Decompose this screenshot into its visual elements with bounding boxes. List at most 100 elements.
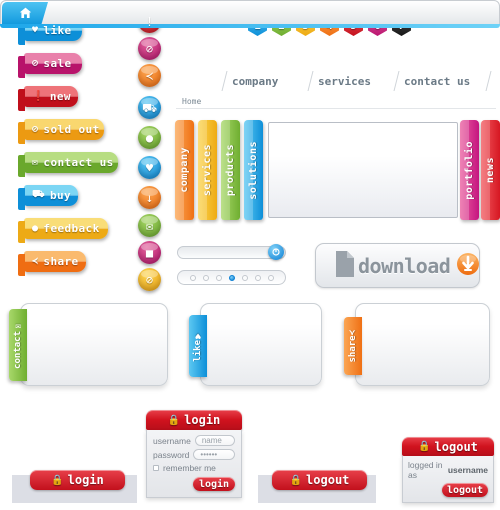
logout-panel-title: logout	[434, 439, 478, 454]
ribbon-label: sold out	[43, 123, 100, 136]
logout-panel: 🔒 logout logged in as username logout	[402, 437, 494, 503]
slider-handle[interactable]	[268, 244, 284, 260]
bottom-bar-label: login	[67, 473, 104, 487]
logged-in-username: username	[447, 465, 488, 475]
remember-me-checkbox[interactable]	[153, 465, 159, 471]
bottom-login-button[interactable]: 🔒 login	[30, 470, 125, 490]
logout-button[interactable]: logout	[442, 483, 488, 497]
nav-strip	[0, 0, 500, 25]
remember-me-row[interactable]: remember me	[153, 463, 235, 473]
pagination-dots[interactable]	[177, 270, 286, 285]
heart-icon: ♥	[32, 25, 39, 36]
pagination-dot[interactable]	[254, 274, 261, 281]
ribbon-label: like	[43, 24, 72, 37]
panel-tab-contact[interactable]: contact✉	[9, 309, 27, 381]
accordion-tab-label: portfolio	[464, 140, 475, 200]
accordion-tab-services[interactable]: services	[198, 120, 217, 220]
accordion-tab-solutions[interactable]: solutions	[244, 120, 263, 220]
envelope-icon: ✉	[13, 321, 23, 332]
badge-ribbon-contact-us[interactable]: ✉ contact us	[18, 152, 118, 177]
tag-icon[interactable]: ⊘	[138, 37, 161, 60]
accordion-tab-news[interactable]: news	[481, 120, 500, 220]
pagination-dot[interactable]	[215, 274, 222, 281]
badge-ribbon-feedback[interactable]: ● feedback	[18, 218, 108, 243]
nav-item-contact-us[interactable]: contact us	[404, 71, 470, 91]
bottom-logout-button[interactable]: 🔒 logout	[272, 470, 367, 490]
heart-icon[interactable]: ♥	[138, 156, 161, 179]
circle-icon-glyph: ●	[145, 130, 154, 145]
nav-item-company[interactable]: company	[232, 71, 278, 91]
circle-icon-glyph: ↓	[145, 190, 154, 205]
cart-icon[interactable]: ⛟	[138, 96, 161, 119]
panel-tab-content: contact✉	[13, 321, 23, 369]
breadcrumb: Home	[176, 97, 496, 109]
home-icon[interactable]	[2, 2, 48, 24]
login-form: 🔒 login username name password •••••• re…	[146, 410, 242, 498]
tag-icon: ⊘	[32, 58, 39, 69]
share-icon: ≺	[348, 329, 358, 336]
accordion-tab-products[interactable]: products	[221, 120, 240, 220]
password-row: password ••••••	[153, 449, 235, 460]
ribbon-fold	[18, 122, 25, 144]
envelope-icon[interactable]: ✉	[138, 214, 161, 237]
badge-ribbon-share[interactable]: ≺ share	[18, 251, 86, 276]
accordion-tab-portfolio[interactable]: portfolio	[460, 120, 479, 220]
login-form-title: login	[184, 413, 221, 427]
circle-icon-glyph: ⊘	[145, 272, 154, 287]
ribbon-fold	[18, 221, 25, 243]
password-input[interactable]: ••••••	[193, 449, 235, 460]
chat-icon[interactable]: ●	[138, 126, 161, 149]
gift-icon[interactable]: ■	[138, 241, 161, 264]
pagination-dot[interactable]	[189, 274, 196, 281]
panel-tab-like[interactable]: like♥	[189, 315, 207, 377]
pagination-dot[interactable]	[267, 274, 274, 281]
accordion-tab-label: products	[225, 143, 236, 197]
login-form-header: 🔒 login	[146, 410, 242, 430]
badge-ribbon-sold-out[interactable]: ⊘ sold out	[18, 119, 104, 144]
nav-separator	[307, 71, 314, 91]
lock-icon: 🔒	[167, 414, 181, 426]
logged-in-prefix: logged in as	[408, 460, 443, 480]
panel-tab-label: share	[348, 335, 358, 363]
accordion-tab-label: company	[179, 147, 190, 193]
pagination-dot-active[interactable]	[228, 274, 235, 281]
panel-tab-label: like	[193, 340, 203, 362]
prohibited-icon[interactable]: ⊘	[138, 268, 161, 291]
badge-ribbon-new[interactable]: ❗ new	[18, 86, 78, 111]
username-input[interactable]: name	[194, 435, 235, 446]
circle-icon-glyph: ⛟	[141, 100, 158, 115]
ribbon-label: new	[49, 90, 71, 103]
pagination-dot[interactable]	[202, 274, 209, 281]
badge-ribbon-buy[interactable]: ⛟ buy	[18, 185, 78, 210]
content-panel-contact	[20, 303, 168, 386]
login-submit-button[interactable]: login	[193, 477, 235, 491]
ribbon-label: buy	[49, 189, 72, 202]
nav-separator	[485, 71, 492, 91]
login-form-body: username name password •••••• remember m…	[146, 430, 242, 498]
ribbon-label: feedback	[43, 222, 100, 235]
circle-icon-glyph: ≺	[145, 68, 154, 83]
nav-underline	[0, 24, 500, 28]
download-button[interactable]: download	[315, 243, 480, 288]
content-panel-like	[200, 303, 322, 386]
share-icon[interactable]: ≺	[138, 64, 161, 87]
ribbon-fold	[18, 56, 25, 78]
accordion-tab-company[interactable]: company	[175, 120, 194, 220]
nav-item-label: services	[318, 74, 371, 88]
lock-icon: 🔒	[418, 441, 431, 452]
panel-tab-share[interactable]: share≺	[344, 317, 362, 375]
nav-item-services[interactable]: services	[318, 71, 371, 91]
badge-ribbon-sale[interactable]: ⊘ sale	[18, 53, 82, 78]
pagination-dot[interactable]	[241, 274, 248, 281]
nav-item-label: contact us	[404, 74, 471, 88]
accordion-tab-label: news	[485, 156, 496, 184]
ribbon-fold	[18, 254, 25, 276]
accordion-tab-label: solutions	[248, 140, 259, 200]
ribbon-label: share	[43, 255, 79, 268]
download-arrow-icon	[456, 252, 480, 280]
logged-in-status: logged in as username	[408, 460, 488, 480]
logout-panel-header: 🔒 logout	[402, 437, 494, 456]
file-icon	[334, 250, 356, 282]
envelope-icon: ✉	[32, 157, 39, 168]
download-icon[interactable]: ↓	[138, 186, 161, 209]
